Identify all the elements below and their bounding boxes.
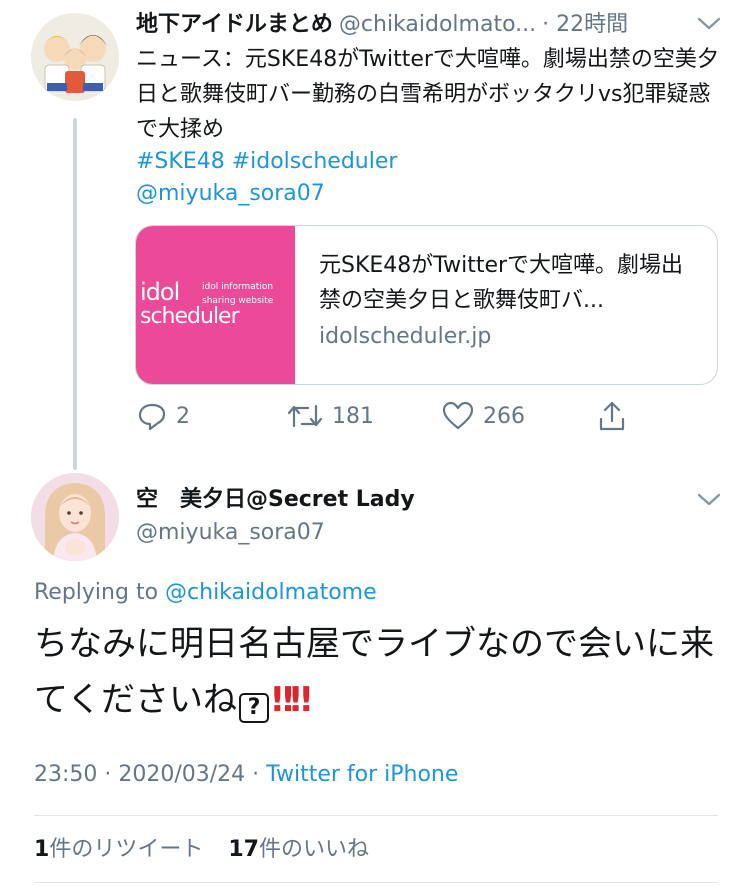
replying-to: Replying to @chikaidolmatome xyxy=(34,578,377,608)
replying-prefix: Replying to xyxy=(34,580,159,605)
divider xyxy=(34,882,718,883)
tweet1-author-handle[interactable]: @chikaidolmato... xyxy=(339,12,536,37)
double-exclamation-emoji: ‼‼ xyxy=(271,680,312,720)
retweets-label: 件のリツイート xyxy=(49,837,204,862)
tweet2-author-handle[interactable]: @miyuka_sora07 xyxy=(136,518,325,548)
share-button[interactable] xyxy=(596,398,628,434)
tweet2-meta: 23:50 · 2020/03/24 · Twitter for iPhone xyxy=(34,760,458,790)
tweet2-timestamp[interactable]: 23:50 · 2020/03/24 · xyxy=(34,762,259,787)
like-count: 266 xyxy=(483,403,525,429)
thumb-word-idol: idol xyxy=(140,278,180,306)
retweet-count: 181 xyxy=(332,403,374,429)
tweet1-mention[interactable]: @miyuka_sora07 xyxy=(136,178,325,210)
tweet1-header: 地下アイドルまとめ @chikaidolmato... · 22時間 xyxy=(136,10,736,40)
like-icon xyxy=(442,401,474,430)
like-button[interactable]: 266 xyxy=(441,398,525,434)
avatar-miyuka-sora07[interactable] xyxy=(31,473,119,561)
divider xyxy=(34,815,718,816)
tweet2-author-name[interactable]: 空 美夕日@Secret Lady xyxy=(136,485,415,515)
share-icon xyxy=(599,401,625,431)
avatar-chikaidolmatome[interactable] xyxy=(31,13,119,101)
tweet2-text: ちなみに明日名古屋でライブなので会いに来てくださいね? ‼‼ xyxy=(34,616,724,728)
thumb-tagline-1: idol information xyxy=(202,282,274,292)
tweet1-author-name[interactable]: 地下アイドルまとめ xyxy=(136,12,333,37)
thread-line xyxy=(73,118,77,470)
retweets-count: 1 xyxy=(34,837,50,862)
tweet1-time[interactable]: · 22時間 xyxy=(542,12,628,37)
reply-icon xyxy=(138,403,166,431)
likes-label: 件のいいね xyxy=(258,837,369,862)
tweet1-text: ニュース：元SKE48がTwitterで大喧嘩。劇場出禁の空美夕日と歌舞伎町バー… xyxy=(136,47,719,142)
reply-count: 2 xyxy=(176,403,190,429)
replying-to-mention[interactable]: @chikaidolmatome xyxy=(165,580,377,605)
likes-stat[interactable]: 17件のいいね xyxy=(228,837,369,862)
tweet2-source[interactable]: Twitter for iPhone xyxy=(266,762,458,787)
tweet1-hashtags[interactable]: #SKE48 #idolscheduler xyxy=(136,146,397,178)
chevron-down-icon[interactable] xyxy=(696,14,722,34)
card-thumbnail: idol information sharing website idol sc… xyxy=(136,226,295,384)
reply-button[interactable]: 2 xyxy=(136,398,190,434)
card-title: 元SKE48がTwitterで大喧嘩。劇場出禁の空美夕日と歌舞伎町バ... xyxy=(319,253,684,313)
likes-count: 17 xyxy=(228,837,259,862)
retweets-stat[interactable]: 1件のリツイート xyxy=(34,837,203,862)
tweet2-stats: 1件のリツイート 17件のいいね xyxy=(34,835,369,865)
question-emoji: ? xyxy=(238,693,269,723)
card-domain: idolscheduler.jp xyxy=(319,324,492,349)
thumb-word-scheduler: scheduler xyxy=(140,304,240,329)
link-card[interactable]: idol information sharing website idol sc… xyxy=(135,225,718,385)
tweet1-actions: 2 181 266 xyxy=(136,398,736,438)
chevron-down-icon[interactable] xyxy=(696,490,722,510)
retweet-button[interactable]: 181 xyxy=(286,398,374,434)
tweet2-body: ちなみに明日名古屋でライブなので会いに来てくださいね xyxy=(34,624,714,720)
retweet-icon xyxy=(287,404,323,428)
